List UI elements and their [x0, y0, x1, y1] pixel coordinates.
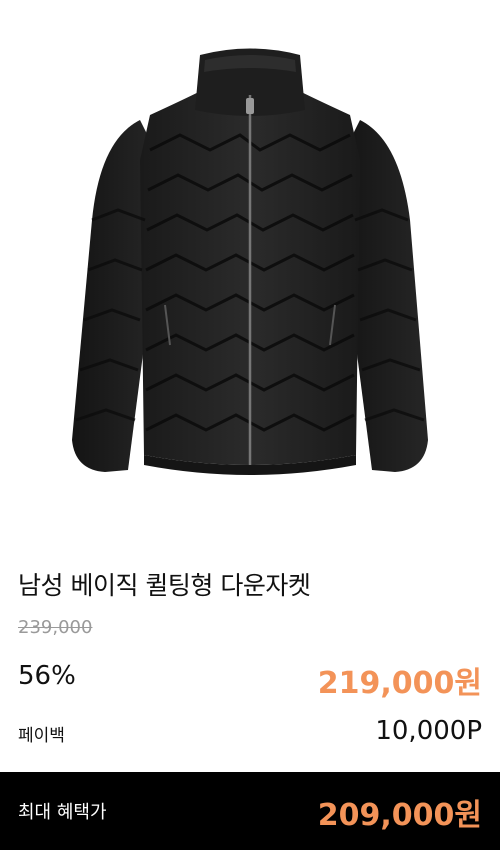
max-benefit-price: 209,000원 — [317, 798, 482, 833]
jacket-image — [72, 48, 428, 475]
paybak-points: 10,000P — [375, 716, 482, 746]
paybak-label: 페이백 — [18, 726, 65, 746]
sale-price: 219,000원 — [317, 666, 482, 701]
discount-rate: 56% — [18, 661, 76, 691]
max-benefit-label: 최대 혜택가 — [18, 802, 107, 823]
original-price: 239,000 — [18, 617, 93, 638]
max-benefit-bar[interactable]: 최대 혜택가 209,000원 — [0, 772, 500, 850]
product-image[interactable] — [0, 0, 500, 545]
product-title[interactable]: 남성 베이직 퀼팅형 다운자켓 — [18, 566, 311, 602]
